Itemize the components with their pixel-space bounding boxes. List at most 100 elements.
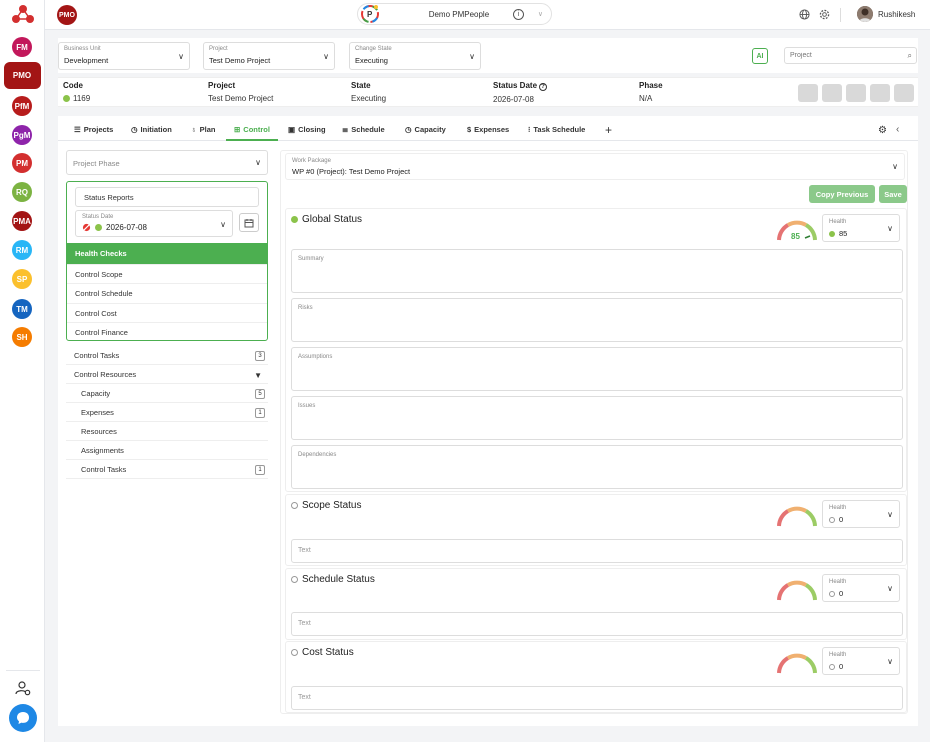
copy-previous-button[interactable]: Copy Previous xyxy=(809,185,875,203)
list-item-expenses[interactable]: Expenses 1 xyxy=(66,403,268,422)
issues-field[interactable]: Issues xyxy=(291,396,903,440)
list-item-control-tasks-sub[interactable]: Control Tasks 1 xyxy=(66,460,268,479)
risks-field[interactable]: Risks xyxy=(291,298,903,342)
menu-control-schedule[interactable]: Control Schedule xyxy=(67,283,267,302)
health-select[interactable]: Health 0 ∨ xyxy=(822,574,900,602)
tab-control[interactable]: ⊞ Control xyxy=(234,125,270,134)
tab-label: Plan xyxy=(199,125,216,134)
help-icon[interactable]: ? xyxy=(539,83,548,91)
caret-down-icon[interactable]: ▼ xyxy=(254,366,262,385)
pmo-avatar[interactable]: PMO xyxy=(57,5,77,25)
app-logo[interactable] xyxy=(11,4,35,24)
gear-icon[interactable]: ⚙ xyxy=(878,125,887,136)
menu-control-scope[interactable]: Control Scope xyxy=(67,264,267,283)
nav-item-fm[interactable]: FM xyxy=(12,37,32,57)
list-item-resources[interactable]: Resources xyxy=(66,422,268,441)
ai-assistant-icon[interactable]: AI xyxy=(752,48,768,64)
health-label: Health xyxy=(829,579,847,585)
project-select[interactable]: Project Test Demo Project ∨ xyxy=(203,42,335,70)
tab-label: Initiation xyxy=(140,125,172,134)
globe-icon[interactable] xyxy=(799,9,810,20)
tab-schedule[interactable]: ≣ Schedule xyxy=(342,125,385,134)
menu-control-finance[interactable]: Control Finance xyxy=(67,322,267,340)
chat-button[interactable] xyxy=(9,704,37,732)
business-unit-select[interactable]: Business Unit Development ∨ xyxy=(58,42,190,70)
list-item-label: Control Resources xyxy=(74,370,137,379)
list-button[interactable] xyxy=(846,84,866,102)
assumptions-field[interactable]: Assumptions xyxy=(291,347,903,391)
cost-text-field[interactable]: Text xyxy=(291,686,903,710)
calendar-button[interactable] xyxy=(239,213,259,232)
project-search-input[interactable] xyxy=(785,48,895,63)
status-reports-field[interactable]: Status Reports xyxy=(75,187,259,207)
nav-item-pgm[interactable]: PgM xyxy=(12,125,32,145)
nav-item-rm[interactable]: RM xyxy=(12,240,32,260)
nav-item-pmo[interactable]: PMO xyxy=(12,65,32,85)
status-dot xyxy=(63,95,70,102)
list-item-assignments[interactable]: Assignments xyxy=(66,441,268,460)
nav-item-sp[interactable]: SP xyxy=(12,269,32,289)
user-name[interactable]: Rushikesh xyxy=(878,10,915,19)
nav-item-pfm[interactable]: PfM xyxy=(12,96,32,116)
gauge-needle xyxy=(804,235,811,239)
nav-item-pm[interactable]: PM xyxy=(12,153,32,173)
chevron-left-icon[interactable]: ‹ xyxy=(896,124,899,135)
tab-plan[interactable]: ♁ Plan xyxy=(191,125,215,134)
info-state: State Executing xyxy=(351,81,386,103)
project-select-label: Project xyxy=(209,46,228,52)
add-tab-icon[interactable]: + xyxy=(605,123,612,137)
info-icon[interactable]: i xyxy=(513,9,524,20)
nav-item-rq[interactable]: RQ xyxy=(12,182,32,202)
schedule-icon: ≣ xyxy=(342,125,349,134)
archive-button[interactable] xyxy=(894,84,914,102)
work-package-select[interactable]: Work Package WP #0 (Project): Test Demo … xyxy=(285,153,905,180)
save-button[interactable]: Save xyxy=(879,185,907,203)
list-item-control-resources[interactable]: Control Resources ▼ xyxy=(66,365,268,384)
project-select-value: Test Demo Project xyxy=(209,56,271,65)
menu-health-checks[interactable]: Health Checks xyxy=(67,243,267,264)
health-select[interactable]: Health 85 ∨ xyxy=(822,214,900,242)
project-phase-select[interactable]: Project Phase ∨ xyxy=(66,150,268,175)
change-state-select[interactable]: Change State Executing ∨ xyxy=(349,42,481,70)
tab-expenses[interactable]: $ Expenses xyxy=(467,125,509,134)
count-badge: 3 xyxy=(255,351,265,361)
health-select[interactable]: Health 0 ∨ xyxy=(822,647,900,675)
schedule-text-field[interactable]: Text xyxy=(291,612,903,636)
document-button[interactable] xyxy=(870,84,890,102)
tab-initiation[interactable]: ◷ Initiation xyxy=(131,125,172,134)
list-item-control-tasks[interactable]: Control Tasks 3 xyxy=(66,346,268,365)
nav-item-pma[interactable]: PMA xyxy=(12,211,32,231)
dependencies-field[interactable]: Dependencies xyxy=(291,445,903,489)
list-item-capacity[interactable]: Capacity 5 xyxy=(66,384,268,403)
nav-item-tm[interactable]: TM xyxy=(12,299,32,319)
status-date-select[interactable]: Status Date 2026-07-08 ∨ xyxy=(75,210,233,237)
control-icon: ⊞ xyxy=(234,125,241,134)
tab-projects[interactable]: ☰ Projects xyxy=(74,125,113,134)
project-search[interactable]: ⌕ xyxy=(784,47,917,64)
project-info-bar: Code 1169 Project Test Demo Project Stat… xyxy=(58,77,918,107)
tab-task-schedule[interactable]: ⁝ Task Schedule xyxy=(528,125,585,134)
user-settings-icon[interactable] xyxy=(15,680,31,696)
health-gauge xyxy=(777,506,817,527)
nav-item-sh[interactable]: SH xyxy=(12,327,32,347)
scope-text-field[interactable]: Text xyxy=(291,539,903,563)
summary-field[interactable]: Summary xyxy=(291,249,903,293)
health-value-row: 0 xyxy=(829,662,843,671)
svg-text:P: P xyxy=(367,10,373,19)
tab-capacity[interactable]: ◷ Capacity xyxy=(405,125,446,134)
folder-button[interactable] xyxy=(822,84,842,102)
gear-icon[interactable] xyxy=(819,9,830,20)
health-select[interactable]: Health 0 ∨ xyxy=(822,500,900,528)
info-phase: Phase N/A xyxy=(639,81,663,103)
scope-status-title-row: Scope Status xyxy=(291,500,361,511)
count-badge: 1 xyxy=(255,408,265,418)
status-date-select-value: 2026-07-08 xyxy=(106,223,147,232)
status-date-label: Status Date xyxy=(493,81,538,90)
comment-button[interactable] xyxy=(798,84,818,102)
tab-closing[interactable]: ▣ Closing xyxy=(288,125,326,134)
dependencies-label: Dependencies xyxy=(298,452,337,458)
project-value: Test Demo Project xyxy=(208,94,274,103)
menu-control-cost[interactable]: Control Cost xyxy=(67,303,267,322)
search-icon[interactable]: ⌕ xyxy=(908,51,912,61)
user-avatar[interactable] xyxy=(857,6,873,22)
